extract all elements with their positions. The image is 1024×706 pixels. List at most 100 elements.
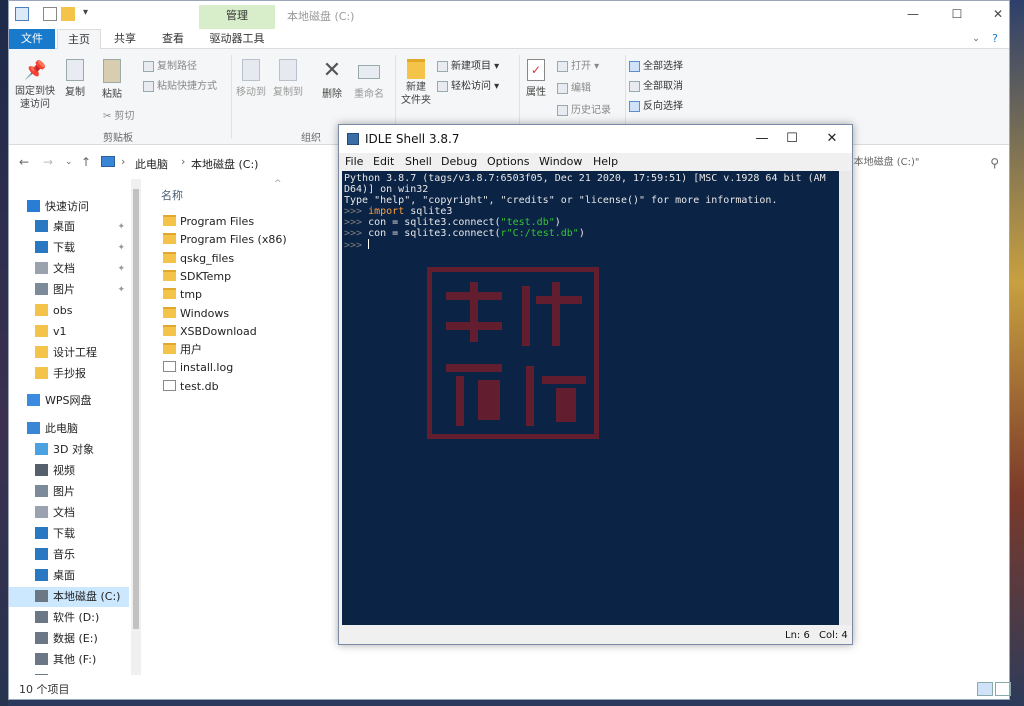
large-icons-view-icon[interactable] [995, 682, 1011, 696]
menu-file[interactable]: File [345, 155, 363, 168]
ribbon-expand-icon[interactable]: ⌄ [969, 29, 983, 49]
copy-button[interactable]: 复制 [61, 59, 89, 98]
sidebar-item[interactable]: 音乐 [9, 545, 129, 565]
sidebar-item[interactable]: 本地磁盘 (C:) [9, 587, 129, 607]
menu-shell[interactable]: Shell [405, 155, 432, 168]
new-folder-button[interactable]: 新建 文件夹 [397, 59, 435, 107]
minimize-icon[interactable]: — [899, 5, 927, 23]
menu-window[interactable]: Window [539, 155, 582, 168]
maximize-icon[interactable]: ☐ [777, 130, 807, 148]
shell-text-area[interactable]: Python 3.8.7 (tags/v3.8.7:6503f05, Dec 2… [342, 171, 839, 625]
select-all-button[interactable]: 全部选择 [629, 57, 683, 72]
tab-share[interactable]: 共享 [105, 29, 145, 49]
menu-debug[interactable]: Debug [441, 155, 477, 168]
file-list-item[interactable]: SDKTemp [163, 268, 231, 286]
sidebar-item[interactable]: 桌面 [9, 566, 129, 586]
new-item-button[interactable]: 新建项目 ▾ [437, 57, 499, 72]
sidebar-item[interactable]: 设计工程 [9, 343, 129, 363]
menu-help[interactable]: Help [593, 155, 618, 168]
back-arrow-icon[interactable]: ← [19, 155, 29, 169]
rename-button[interactable]: 重命名 [349, 59, 389, 100]
history-button[interactable]: 历史记录 [557, 101, 611, 116]
sidebar-item[interactable]: CD 驱动器 (H:) [9, 671, 130, 675]
paste-shortcut-icon [143, 80, 154, 92]
quick-access-dropdown-icon[interactable]: ▾ [83, 7, 88, 23]
navigation-pane-scrollbar[interactable] [131, 179, 141, 675]
sidebar-item[interactable]: 数据 (E:) [9, 629, 129, 649]
manage-contextual-tab[interactable]: 管理 [199, 5, 275, 29]
properties-button[interactable]: ✓ 属性 [521, 59, 551, 98]
paste-shortcut-button[interactable]: 粘贴快捷方式 [143, 77, 217, 92]
sidebar-item[interactable]: 快速访问 [9, 197, 129, 217]
sidebar-item[interactable]: obs [9, 301, 129, 321]
computer-icon [27, 422, 40, 434]
move-to-button[interactable]: 移动到 [235, 59, 267, 98]
close-icon[interactable]: ✕ [984, 5, 1012, 23]
file-list-item[interactable]: install.log [163, 359, 233, 377]
sidebar-item[interactable]: 图片 ✦ [9, 280, 129, 300]
sidebar-item[interactable]: 软件 (D:) [9, 608, 129, 628]
menu-edit[interactable]: Edit [373, 155, 394, 168]
file-list-item[interactable]: Windows [163, 305, 229, 323]
close-icon[interactable]: ✕ [817, 130, 847, 148]
open-button[interactable]: 打开 ▾ [557, 57, 599, 72]
sidebar-item[interactable]: WPS网盘 [9, 391, 129, 411]
breadcrumb-this-pc[interactable]: 此电脑 [135, 156, 168, 172]
sidebar-item[interactable]: 此电脑 [9, 419, 129, 439]
tab-file[interactable]: 文件 [9, 29, 55, 49]
details-view-icon[interactable] [977, 682, 993, 696]
file-list-item[interactable]: tmp [163, 286, 202, 304]
new-folder-quick-icon[interactable] [61, 7, 75, 21]
easy-access-button[interactable]: 轻松访问 ▾ [437, 77, 499, 92]
input-line[interactable]: >>> [344, 239, 370, 251]
copy-path-button[interactable]: 复制路径 [143, 57, 197, 72]
delete-label: 删除 [322, 89, 342, 100]
sidebar-item[interactable]: 文档 ✦ [9, 259, 129, 279]
recent-locations-icon[interactable]: ⌄ [65, 157, 73, 167]
pin-quick-access-button[interactable]: 📌 固定到快 速访问 [13, 59, 57, 111]
sidebar-item[interactable]: 文档 [9, 503, 129, 523]
sidebar-item[interactable]: 桌面 ✦ [9, 217, 129, 237]
search-input[interactable]: "本地磁盘 (C:)" ⚲ [849, 153, 999, 173]
sidebar-item[interactable]: v1 [9, 322, 129, 342]
tab-view[interactable]: 查看 [153, 29, 193, 49]
pinned-icon: ✦ [117, 243, 125, 253]
file-list-item[interactable]: XSBDownload [163, 323, 257, 341]
invert-selection-button[interactable]: 反向选择 [629, 97, 683, 112]
scrollbar-thumb[interactable] [133, 189, 139, 629]
help-icon[interactable]: ? [987, 29, 1003, 49]
sidebar-item[interactable]: 图片 [9, 482, 129, 502]
tab-home[interactable]: 主页 [57, 29, 101, 49]
code-text: ) [554, 217, 561, 228]
file-list-item[interactable]: test.db [163, 378, 219, 396]
sidebar-item[interactable]: 其他 (F:) [9, 650, 129, 670]
menu-options[interactable]: Options [487, 155, 529, 168]
shell-scrollbar[interactable] [839, 171, 851, 625]
file-list-item[interactable]: 用户 [163, 341, 202, 359]
edit-button[interactable]: 编辑 [557, 79, 591, 94]
file-list-item[interactable]: Program Files (x86) [163, 231, 287, 249]
paste-button[interactable]: 粘贴 [95, 59, 129, 100]
sidebar-item[interactable]: 下载 ✦ [9, 238, 129, 258]
minimize-icon[interactable]: — [747, 130, 777, 148]
file-list-item[interactable]: Program Files [163, 213, 254, 231]
cut-button[interactable]: ✂ 剪切 [103, 107, 134, 122]
maximize-icon[interactable]: ☐ [943, 5, 971, 23]
sidebar-item[interactable]: 手抄报 [9, 364, 129, 384]
select-none-button[interactable]: 全部取消 [629, 77, 683, 92]
properties-quick-icon[interactable] [43, 7, 57, 21]
sidebar-item[interactable]: 下载 [9, 524, 129, 544]
column-header-name[interactable]: 名称 [161, 187, 183, 203]
folder-icon [163, 233, 176, 245]
up-arrow-icon[interactable]: ↑ [81, 155, 91, 169]
tab-drive-tools[interactable]: 驱动器工具 [201, 29, 273, 49]
forward-arrow-icon[interactable]: → [43, 155, 53, 169]
seal-stamp-watermark [427, 267, 599, 439]
breadcrumb-chevron-icon: › [121, 155, 126, 168]
delete-button[interactable]: ✕ 删除 [315, 59, 349, 101]
copy-to-button[interactable]: 复制到 [271, 59, 305, 98]
sidebar-item[interactable]: 3D 对象 [9, 440, 129, 460]
sidebar-item[interactable]: 视频 [9, 461, 129, 481]
breadcrumb-local-disk[interactable]: 本地磁盘 (C:) [191, 156, 258, 172]
file-list-item[interactable]: qskg_files [163, 250, 234, 268]
